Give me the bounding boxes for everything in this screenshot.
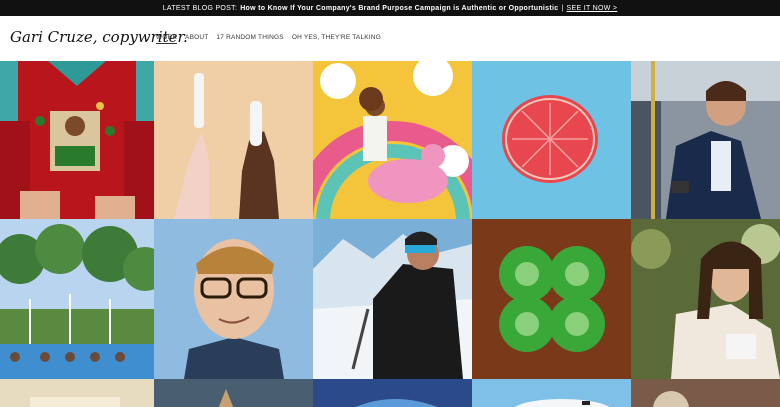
row3-image-3	[313, 379, 472, 407]
portfolio-tile-clover[interactable]	[472, 219, 631, 379]
portfolio-tile-snowboarder[interactable]	[313, 219, 472, 379]
portfolio-tile-airplane[interactable]	[472, 379, 631, 407]
nav-item-talking[interactable]: OH YES, THEY'RE TALKING	[292, 34, 381, 44]
announcement-post-title[interactable]: How to Know If Your Company's Brand Purp…	[240, 5, 558, 12]
portfolio-tile-row3-5[interactable]	[631, 379, 780, 407]
snowboarder-image	[313, 219, 472, 379]
glasses-man-image	[154, 219, 313, 379]
announcement-separator: |	[561, 4, 564, 12]
train-man-image	[631, 61, 780, 219]
portfolio-tile-sweater[interactable]	[0, 61, 154, 219]
row3-image-5	[631, 379, 780, 407]
portfolio-tile-row3-1[interactable]	[0, 379, 154, 407]
site-header: Gari Cruze, copywriter. WORK ABOUT 17 RA…	[0, 16, 780, 61]
airplane-image	[472, 379, 631, 407]
tampons-image	[154, 61, 313, 219]
portfolio-tile-grapefruit[interactable]	[472, 61, 631, 219]
grapefruit-image	[472, 61, 631, 219]
portfolio-tile-train-man[interactable]	[631, 61, 780, 219]
see-it-now-link[interactable]: SEE IT NOW >	[567, 5, 618, 12]
portfolio-tile-cafe-woman[interactable]	[631, 219, 780, 379]
portfolio-tile-glasses-man[interactable]	[154, 219, 313, 379]
portfolio-tile-pool[interactable]	[0, 219, 154, 379]
portfolio-tile-row3-3[interactable]	[313, 379, 472, 407]
sweater-image	[0, 61, 154, 219]
announcement-prefix: LATEST BLOG POST:	[162, 4, 238, 12]
nav-item-work[interactable]: WORK	[156, 34, 178, 44]
main-nav: WORK ABOUT 17 RANDOM THINGS OH YES, THEY…	[156, 34, 381, 44]
clover-image	[472, 219, 631, 379]
nav-item-17-random-things[interactable]: 17 RANDOM THINGS	[216, 34, 283, 44]
cafe-woman-image	[631, 219, 780, 379]
announcement-bar: LATEST BLOG POST: How to Know If Your Co…	[0, 0, 780, 16]
portfolio-tile-unicorn[interactable]	[313, 61, 472, 219]
row3-image-2	[154, 379, 313, 407]
nav-item-about[interactable]: ABOUT	[185, 34, 208, 44]
portfolio-tile-row3-2[interactable]	[154, 379, 313, 407]
unicorn-image	[313, 61, 472, 219]
portfolio-tile-tampons[interactable]	[154, 61, 313, 219]
pool-image	[0, 219, 154, 379]
row3-image-1	[0, 379, 154, 407]
portfolio-grid	[0, 61, 780, 407]
